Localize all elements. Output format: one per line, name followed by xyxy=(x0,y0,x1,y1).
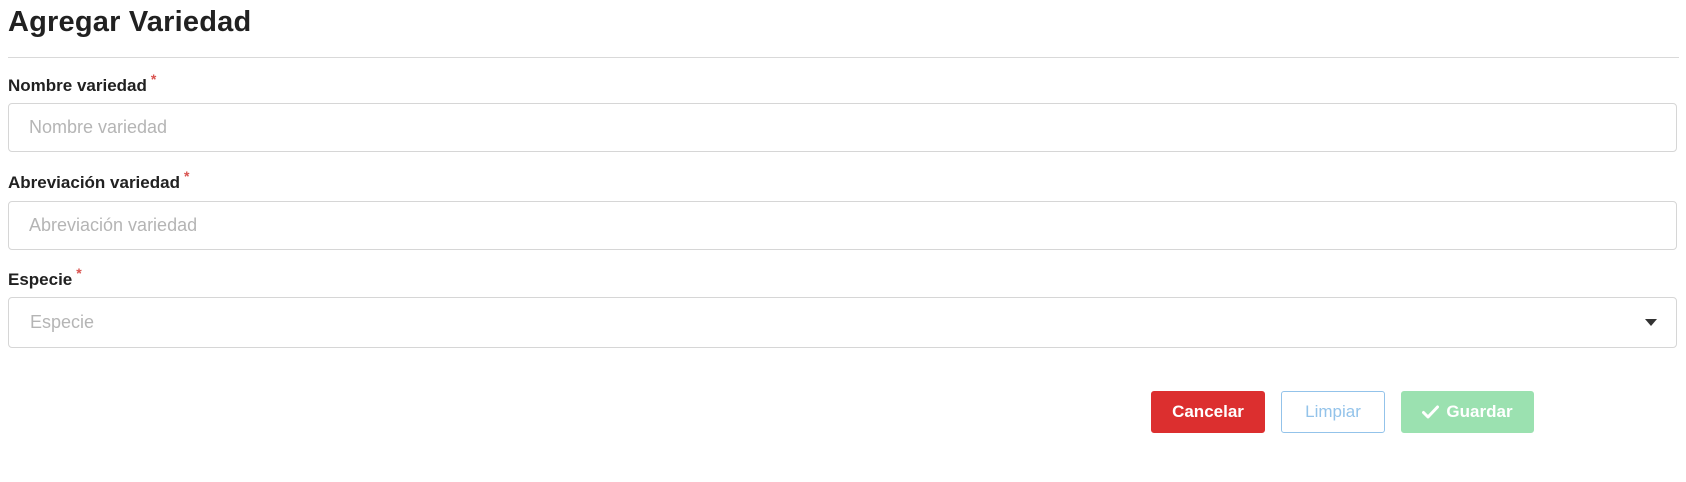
page-title: Agregar Variedad xyxy=(8,6,252,38)
clear-button-label: Limpiar xyxy=(1305,402,1361,421)
especie-label: Especie * xyxy=(8,265,82,290)
required-marker: * xyxy=(76,265,82,281)
required-marker: * xyxy=(183,168,190,184)
cancel-button[interactable]: Cancelar xyxy=(1151,391,1265,433)
nombre-variedad-label-text: Nombre variedad xyxy=(8,76,147,95)
save-button[interactable]: Guardar xyxy=(1401,391,1534,433)
save-button-label: Guardar xyxy=(1446,402,1513,421)
nombre-variedad-label: Nombre variedad * xyxy=(8,71,156,96)
especie-label-text: Especie xyxy=(8,270,73,289)
required-marker: * xyxy=(150,71,157,87)
abreviacion-variedad-label-text: Abreviación variedad xyxy=(8,173,180,192)
especie-select[interactable]: Especie xyxy=(8,297,1677,348)
abreviacion-variedad-label: Abreviación variedad * xyxy=(8,168,189,193)
add-variety-page: Agregar Variedad Nombre variedad* Abrevi… xyxy=(0,0,1686,482)
check-icon xyxy=(1422,405,1440,419)
caret-down-icon xyxy=(1645,319,1657,326)
abreviacion-variedad-input[interactable] xyxy=(8,201,1677,250)
especie-select-placeholder: Especie xyxy=(30,312,95,332)
nombre-variedad-input[interactable] xyxy=(8,103,1677,152)
title-divider xyxy=(8,57,1679,58)
cancel-button-label: Cancelar xyxy=(1172,402,1244,421)
clear-button[interactable]: Limpiar xyxy=(1281,391,1385,433)
